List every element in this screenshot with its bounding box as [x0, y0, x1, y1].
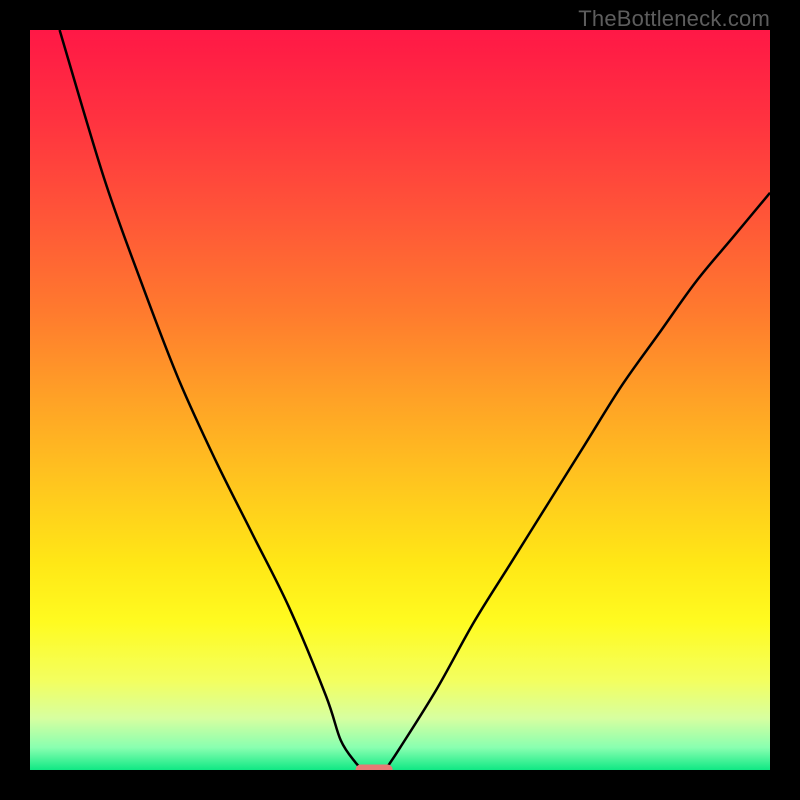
watermark-text: TheBottleneck.com [578, 6, 770, 32]
minimum-marker [356, 765, 393, 771]
plot-area [30, 30, 770, 770]
curve-right-branch [385, 193, 770, 770]
curve-left-branch [60, 30, 363, 770]
bottleneck-curve [30, 30, 770, 770]
chart-frame: TheBottleneck.com [0, 0, 800, 800]
